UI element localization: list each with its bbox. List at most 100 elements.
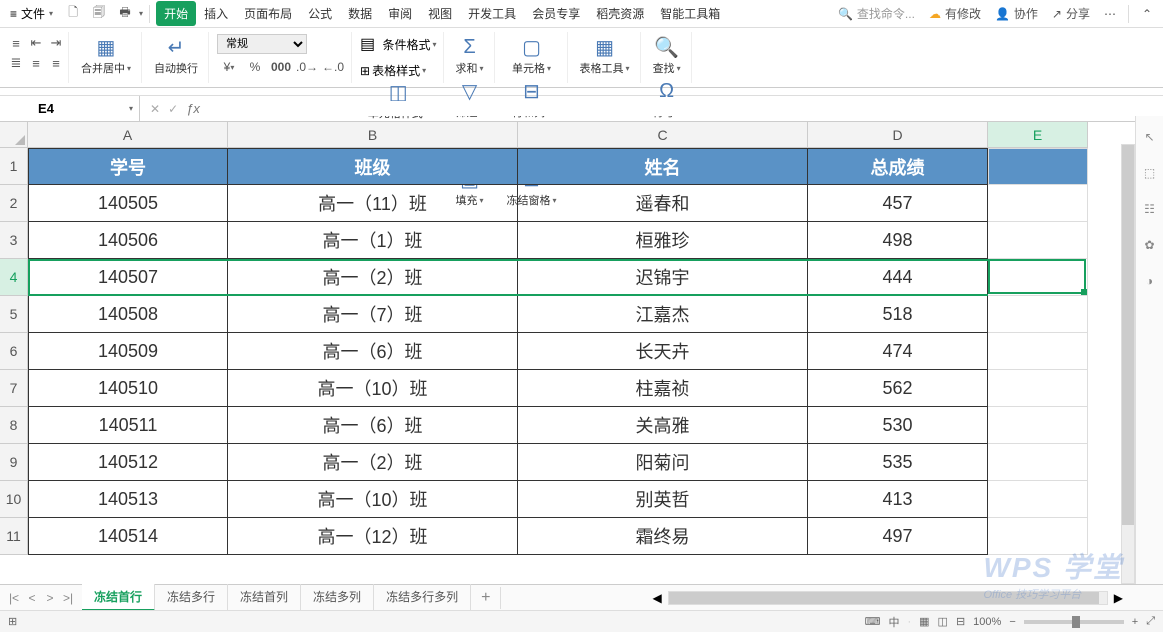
data-cell[interactable]: 530 — [808, 407, 988, 444]
cell-button[interactable]: ▢单元格▾ — [508, 34, 555, 78]
menu-tab-5[interactable]: 审阅 — [380, 1, 420, 26]
data-cell[interactable]: 高一（6）班 — [228, 407, 518, 444]
cell[interactable] — [988, 296, 1088, 333]
name-box-input[interactable] — [6, 101, 86, 116]
align-center-icon[interactable]: ≡ — [27, 54, 45, 72]
data-cell[interactable]: 霜终易 — [518, 518, 808, 555]
row-header-5[interactable]: 5 — [0, 296, 28, 333]
data-cell[interactable]: 140507 — [28, 259, 228, 296]
formula-input[interactable] — [208, 101, 1153, 116]
menu-tab-7[interactable]: 开发工具 — [460, 1, 524, 26]
collab-button[interactable]: 👤协作 — [989, 3, 1044, 24]
sheet-tab[interactable]: 冻结首行 — [82, 584, 155, 611]
spreadsheet-grid[interactable]: ABCDE 1234567891011 学号班级姓名总成绩140505高一（11… — [0, 122, 1163, 564]
data-cell[interactable]: 140508 — [28, 296, 228, 333]
view-break-icon[interactable]: ⊟ — [956, 615, 965, 628]
data-cell[interactable]: 遥春和 — [518, 185, 808, 222]
data-cell[interactable]: 高一（1）班 — [228, 222, 518, 259]
cell[interactable] — [988, 259, 1088, 296]
collapse-ribbon-icon[interactable]: ⌃ — [1135, 3, 1159, 25]
dec-dec-icon[interactable]: ←.0 — [321, 58, 345, 76]
scroll-thumb[interactable] — [669, 592, 1099, 604]
file-menu[interactable]: ≡ 文件 ▾ — [4, 3, 59, 24]
data-cell[interactable]: 柱嘉祯 — [518, 370, 808, 407]
percent-icon[interactable]: % — [243, 58, 267, 76]
more-icon[interactable]: ⋯ — [1098, 3, 1122, 25]
row-header-7[interactable]: 7 — [0, 370, 28, 407]
menu-tab-2[interactable]: 页面布局 — [236, 1, 300, 26]
table-style-button[interactable]: ⊞表格样式▾ — [360, 62, 426, 79]
row-header-4[interactable]: 4 — [0, 259, 28, 296]
print-icon[interactable]: 🖶 — [113, 3, 137, 25]
chevron-down-icon[interactable]: ▾ — [139, 9, 143, 18]
align-right-icon[interactable]: ≡ — [47, 54, 65, 72]
col-header-A[interactable]: A — [28, 122, 228, 148]
data-cell[interactable]: 444 — [808, 259, 988, 296]
row-header-2[interactable]: 2 — [0, 185, 28, 222]
cursor-icon[interactable]: ↖ — [1141, 128, 1159, 146]
merge-button[interactable]: ▦合并居中▾ — [77, 34, 135, 78]
view-page-icon[interactable]: ◫ — [938, 615, 948, 628]
col-header-C[interactable]: C — [518, 122, 808, 148]
data-cell[interactable]: 474 — [808, 333, 988, 370]
currency-icon[interactable]: ¥▾ — [217, 58, 241, 76]
share-button[interactable]: ↗分享 — [1046, 3, 1096, 24]
header-cell[interactable]: 学号 — [28, 148, 228, 185]
data-cell[interactable]: 高一（12）班 — [228, 518, 518, 555]
saveas-icon[interactable]: 🗐 — [87, 3, 111, 25]
row-header-1[interactable]: 1 — [0, 148, 28, 185]
data-cell[interactable]: 140513 — [28, 481, 228, 518]
data-cell[interactable]: 140514 — [28, 518, 228, 555]
data-cell[interactable]: 高一（10）班 — [228, 370, 518, 407]
data-cell[interactable]: 497 — [808, 518, 988, 555]
header-cell[interactable]: 姓名 — [518, 148, 808, 185]
cancel-icon[interactable]: ✕ — [150, 102, 160, 116]
data-cell[interactable]: 高一（10）班 — [228, 481, 518, 518]
data-cell[interactable]: 长天卉 — [518, 333, 808, 370]
data-cell[interactable]: 140511 — [28, 407, 228, 444]
sheet-tab[interactable]: 冻结多行 — [155, 584, 228, 611]
align-left-icon[interactable]: ≡ — [7, 34, 25, 52]
zoom-in-icon[interactable]: + — [1132, 616, 1138, 628]
sheet-tab[interactable]: 冻结首列 — [228, 584, 301, 611]
number-format-select[interactable]: 常规 — [217, 34, 307, 54]
cell[interactable] — [988, 481, 1088, 518]
vertical-scrollbar[interactable] — [1121, 144, 1135, 584]
data-cell[interactable]: 457 — [808, 185, 988, 222]
sheet-tab[interactable]: 冻结多行多列 — [374, 584, 471, 611]
tabletool-button[interactable]: ▦表格工具▾ — [576, 34, 634, 78]
menu-tab-1[interactable]: 插入 — [196, 1, 236, 26]
expand-icon[interactable]: ⤢ — [1146, 615, 1155, 628]
select-icon[interactable]: ⬚ — [1141, 164, 1159, 182]
data-cell[interactable]: 江嘉杰 — [518, 296, 808, 333]
col-header-E[interactable]: E — [988, 122, 1088, 148]
sum-button[interactable]: Σ求和▾ — [452, 34, 488, 78]
sheet-nav-btn[interactable]: |< — [6, 591, 22, 605]
data-cell[interactable]: 高一（2）班 — [228, 259, 518, 296]
data-cell[interactable]: 别英哲 — [518, 481, 808, 518]
data-cell[interactable]: 迟锦宇 — [518, 259, 808, 296]
cell[interactable] — [988, 185, 1088, 222]
menu-tab-10[interactable]: 智能工具箱 — [652, 1, 728, 26]
cell[interactable] — [988, 222, 1088, 259]
scroll-left-icon[interactable]: ◀ — [653, 591, 662, 605]
indent-dec-icon[interactable]: ⇤ — [27, 34, 45, 52]
find-button[interactable]: 🔍查找▾ — [649, 34, 685, 78]
confirm-icon[interactable]: ✓ — [168, 102, 178, 116]
data-cell[interactable]: 高一（6）班 — [228, 333, 518, 370]
menu-tab-8[interactable]: 会员专享 — [524, 1, 588, 26]
align-left2-icon[interactable]: ≣ — [7, 54, 25, 72]
data-cell[interactable]: 140509 — [28, 333, 228, 370]
chevron-down-icon[interactable]: ▾ — [129, 104, 133, 113]
data-cell[interactable]: 140512 — [28, 444, 228, 481]
command-search[interactable]: 🔍 查找命令... — [832, 3, 921, 24]
dec-inc-icon[interactable]: .0→ — [295, 58, 319, 76]
menu-tab-4[interactable]: 数据 — [340, 1, 380, 26]
sheet-nav-btn[interactable]: > — [42, 591, 58, 605]
cell[interactable] — [988, 148, 1088, 185]
cell[interactable] — [988, 407, 1088, 444]
sheet-nav-btn[interactable]: < — [24, 591, 40, 605]
col-header-D[interactable]: D — [808, 122, 988, 148]
row-header-3[interactable]: 3 — [0, 222, 28, 259]
input-mode-icon[interactable]: ⌨ — [865, 615, 881, 628]
